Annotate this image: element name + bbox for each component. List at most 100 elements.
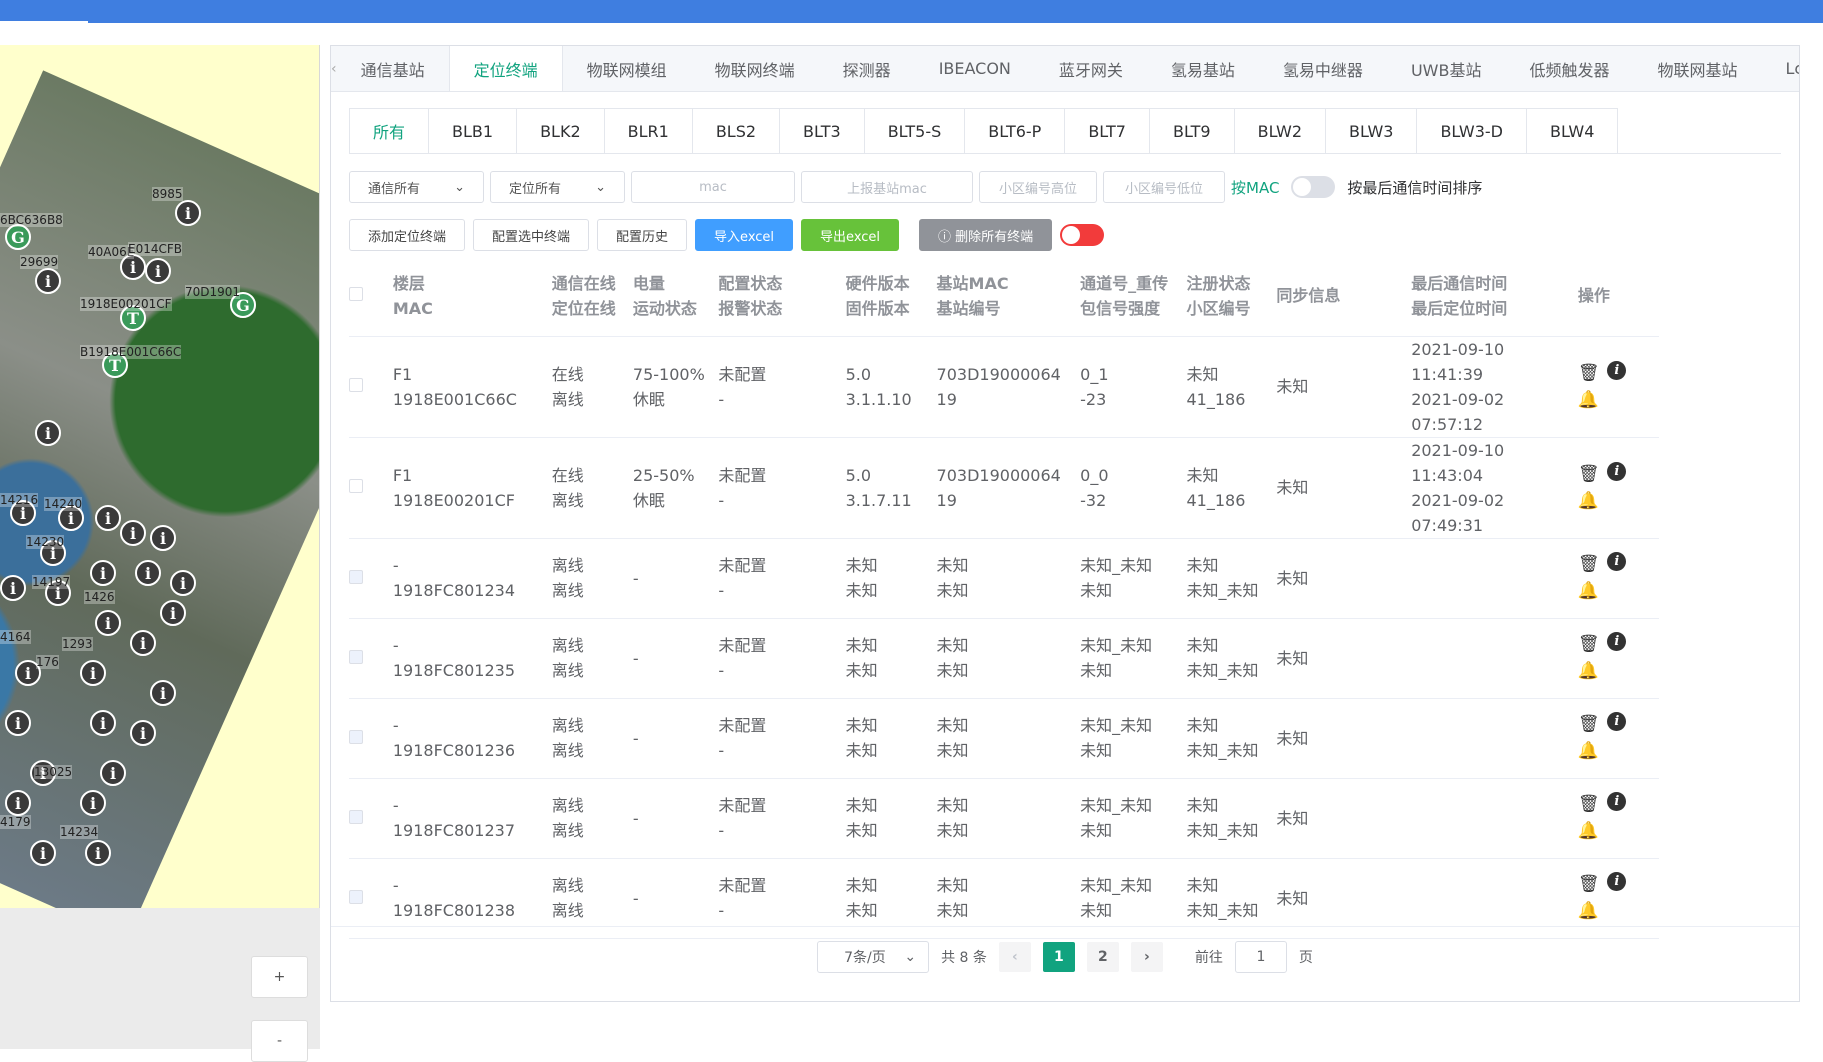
bell-icon[interactable]: 🔔 — [1578, 489, 1599, 514]
delete-all-button[interactable]: ⓘ 删除所有终端 — [919, 219, 1053, 251]
config-selected-button[interactable]: 配置选中终端 — [473, 219, 590, 251]
info-marker-icon[interactable]: i — [150, 525, 176, 551]
row-checkbox[interactable] — [349, 809, 363, 824]
subtab-item[interactable]: BLW4 — [1525, 108, 1619, 153]
trash-icon[interactable]: 🗑 — [1578, 462, 1600, 487]
goto-page-input[interactable]: 1 — [1234, 940, 1287, 973]
gateway-marker-icon[interactable]: G — [5, 224, 31, 250]
info-icon[interactable]: i — [1607, 712, 1627, 731]
row-checkbox[interactable] — [349, 479, 363, 493]
info-marker-icon[interactable]: i — [5, 710, 31, 736]
info-icon[interactable]: i — [1607, 552, 1627, 571]
info-marker-icon[interactable]: i — [30, 840, 56, 866]
bell-icon[interactable]: 🔔 — [1578, 388, 1599, 413]
cell-high-input[interactable]: 小区编号高位 — [979, 171, 1097, 203]
trash-icon[interactable]: 🗑 — [1578, 792, 1600, 817]
info-marker-icon[interactable]: i — [150, 680, 176, 706]
subtab-item[interactable]: BLR1 — [603, 108, 693, 153]
row-checkbox[interactable] — [349, 569, 363, 584]
bell-icon[interactable]: 🔔 — [1578, 579, 1599, 604]
trash-icon[interactable]: 🗑 — [1578, 632, 1600, 657]
info-marker-icon[interactable]: i — [0, 575, 26, 601]
info-marker-icon[interactable]: i — [100, 760, 126, 786]
subtab-item[interactable]: BLW3 — [1325, 108, 1418, 153]
delete-toggle[interactable] — [1060, 224, 1105, 246]
bell-icon[interactable]: 🔔 — [1578, 899, 1599, 924]
tab-item[interactable]: Lc — [1761, 46, 1799, 91]
info-icon[interactable]: i — [1607, 792, 1627, 811]
trash-icon[interactable]: 🗑 — [1578, 712, 1600, 737]
select-all-checkbox[interactable] — [349, 287, 363, 302]
subtab-item[interactable]: BLT6-P — [964, 108, 1066, 153]
info-marker-icon[interactable]: i — [95, 610, 121, 636]
bell-icon[interactable]: 🔔 — [1578, 819, 1599, 844]
tab-item[interactable]: 氢易基站 — [1147, 46, 1259, 91]
trash-icon[interactable]: 🗑 — [1578, 872, 1600, 897]
page-size-select[interactable]: 7条/页 ⌄ — [817, 940, 930, 973]
info-marker-icon[interactable]: i — [35, 268, 61, 294]
mac-input[interactable]: mac — [631, 171, 795, 203]
page-number-button[interactable]: 1 — [1042, 941, 1075, 972]
row-checkbox[interactable] — [349, 889, 363, 904]
next-page-button[interactable]: › — [1130, 941, 1163, 972]
info-icon[interactable]: i — [1607, 872, 1627, 891]
tab-item[interactable]: 氢易中继器 — [1259, 46, 1387, 91]
tab-item[interactable]: IBEACON — [915, 46, 1035, 91]
info-marker-icon[interactable]: i — [175, 200, 201, 226]
bell-icon[interactable]: 🔔 — [1578, 659, 1599, 684]
tab-item[interactable]: 通信基站 — [337, 46, 449, 91]
sort-toggle[interactable] — [1291, 176, 1336, 198]
subtab-item[interactable]: BLT5-S — [863, 108, 966, 153]
tab-item[interactable]: 蓝牙网关 — [1035, 46, 1147, 91]
cell-low-input[interactable]: 小区编号低位 — [1103, 171, 1225, 203]
prev-page-button[interactable]: ‹ — [998, 941, 1031, 972]
subtab-item[interactable]: BLS2 — [691, 108, 781, 153]
subtab-item[interactable]: BLT9 — [1148, 108, 1235, 153]
config-history-button[interactable]: 配置历史 — [597, 219, 688, 251]
tab-item[interactable]: 定位终端 — [448, 46, 563, 91]
info-marker-icon[interactable]: i — [130, 720, 156, 746]
tab-item[interactable]: 物联网终端 — [691, 46, 819, 91]
export-excel-button[interactable]: 导出excel — [801, 219, 900, 251]
subtab-item[interactable]: 所有 — [349, 108, 430, 153]
info-icon[interactable]: i — [1607, 360, 1627, 380]
info-marker-icon[interactable]: i — [5, 790, 31, 816]
tab-item[interactable]: 物联网模组 — [563, 46, 691, 91]
loc-status-select[interactable]: 定位所有 ⌄ — [490, 171, 625, 203]
info-marker-icon[interactable]: i — [160, 600, 186, 626]
info-marker-icon[interactable]: i — [120, 520, 146, 546]
trash-icon[interactable]: 🗑 — [1578, 552, 1600, 577]
info-marker-icon[interactable]: i — [135, 560, 161, 586]
bell-icon[interactable]: 🔔 — [1578, 739, 1599, 764]
tab-item[interactable]: UWB基站 — [1387, 46, 1506, 91]
add-terminal-button[interactable]: 添加定位终端 — [349, 219, 466, 251]
subtab-item[interactable]: BLT7 — [1064, 108, 1150, 153]
tab-item[interactable]: 低频触发器 — [1505, 46, 1633, 91]
row-checkbox[interactable] — [349, 378, 363, 392]
map-view[interactable]: i Gi i i G T Ti i i i i i i i i i i i i i i i i i i i i i i i i i i 6BC63… — [0, 45, 320, 908]
info-marker-icon[interactable]: i — [145, 258, 171, 284]
info-marker-icon[interactable]: i — [35, 420, 61, 446]
zoom-in-button[interactable]: + — [251, 956, 308, 998]
info-marker-icon[interactable]: i — [80, 790, 106, 816]
page-number-button[interactable]: 2 — [1086, 941, 1119, 972]
info-marker-icon[interactable]: i — [90, 710, 116, 736]
info-marker-icon[interactable]: i — [80, 660, 106, 686]
row-checkbox[interactable] — [349, 649, 363, 664]
subtab-item[interactable]: BLW2 — [1233, 108, 1327, 153]
tab-item[interactable]: 物联网基站 — [1633, 46, 1761, 91]
info-marker-icon[interactable]: i — [95, 505, 121, 531]
subtab-item[interactable]: BLK2 — [516, 108, 605, 153]
trash-icon[interactable]: 🗑 — [1578, 361, 1600, 386]
info-marker-icon[interactable]: i — [85, 840, 111, 866]
report-mac-input[interactable]: 上报基站mac — [801, 171, 973, 203]
row-checkbox[interactable] — [349, 729, 363, 744]
info-icon[interactable]: i — [1607, 632, 1627, 651]
tab-item[interactable]: 探测器 — [819, 46, 915, 91]
comm-status-select[interactable]: 通信所有 ⌄ — [349, 171, 484, 203]
subtab-item[interactable]: BLB1 — [428, 108, 518, 153]
subtab-item[interactable]: BLW3-D — [1416, 108, 1527, 153]
zoom-out-button[interactable]: - — [251, 1020, 308, 1062]
info-marker-icon[interactable]: i — [170, 570, 196, 596]
subtab-item[interactable]: BLT3 — [779, 108, 865, 153]
